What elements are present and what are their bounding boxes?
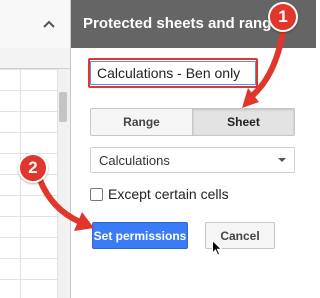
description-input[interactable] [90, 61, 256, 85]
caret-down-icon [278, 158, 286, 162]
except-cells-row[interactable]: Except certain cells [90, 185, 229, 203]
chevron-up-icon [43, 20, 55, 28]
mouse-cursor-icon [212, 240, 223, 256]
sheet-grid[interactable] [0, 69, 57, 298]
sheet-select[interactable]: Calculations [90, 147, 295, 173]
except-cells-label: Except certain cells [108, 186, 229, 202]
except-cells-checkbox[interactable] [90, 187, 103, 201]
step-2-badge: 2 [18, 153, 48, 183]
spreadsheet-area [0, 0, 70, 298]
sheet-select-value: Calculations [99, 152, 170, 168]
range-sheet-toggle: Range Sheet [90, 108, 295, 136]
tab-range[interactable]: Range [91, 109, 192, 135]
set-permissions-button[interactable]: Set permissions [92, 222, 188, 249]
step-1-badge: 1 [268, 2, 298, 32]
protected-ranges-panel: Protected sheets and ranges Range Sheet … [70, 0, 316, 298]
tab-sheet[interactable]: Sheet [192, 109, 294, 135]
panel-title: Protected sheets and ranges [83, 15, 289, 32]
sheet-toolbar [0, 0, 70, 49]
collapse-toolbar-button[interactable] [39, 14, 59, 34]
column-header-row [0, 48, 70, 69]
scrollbar-thumb[interactable] [59, 92, 67, 122]
